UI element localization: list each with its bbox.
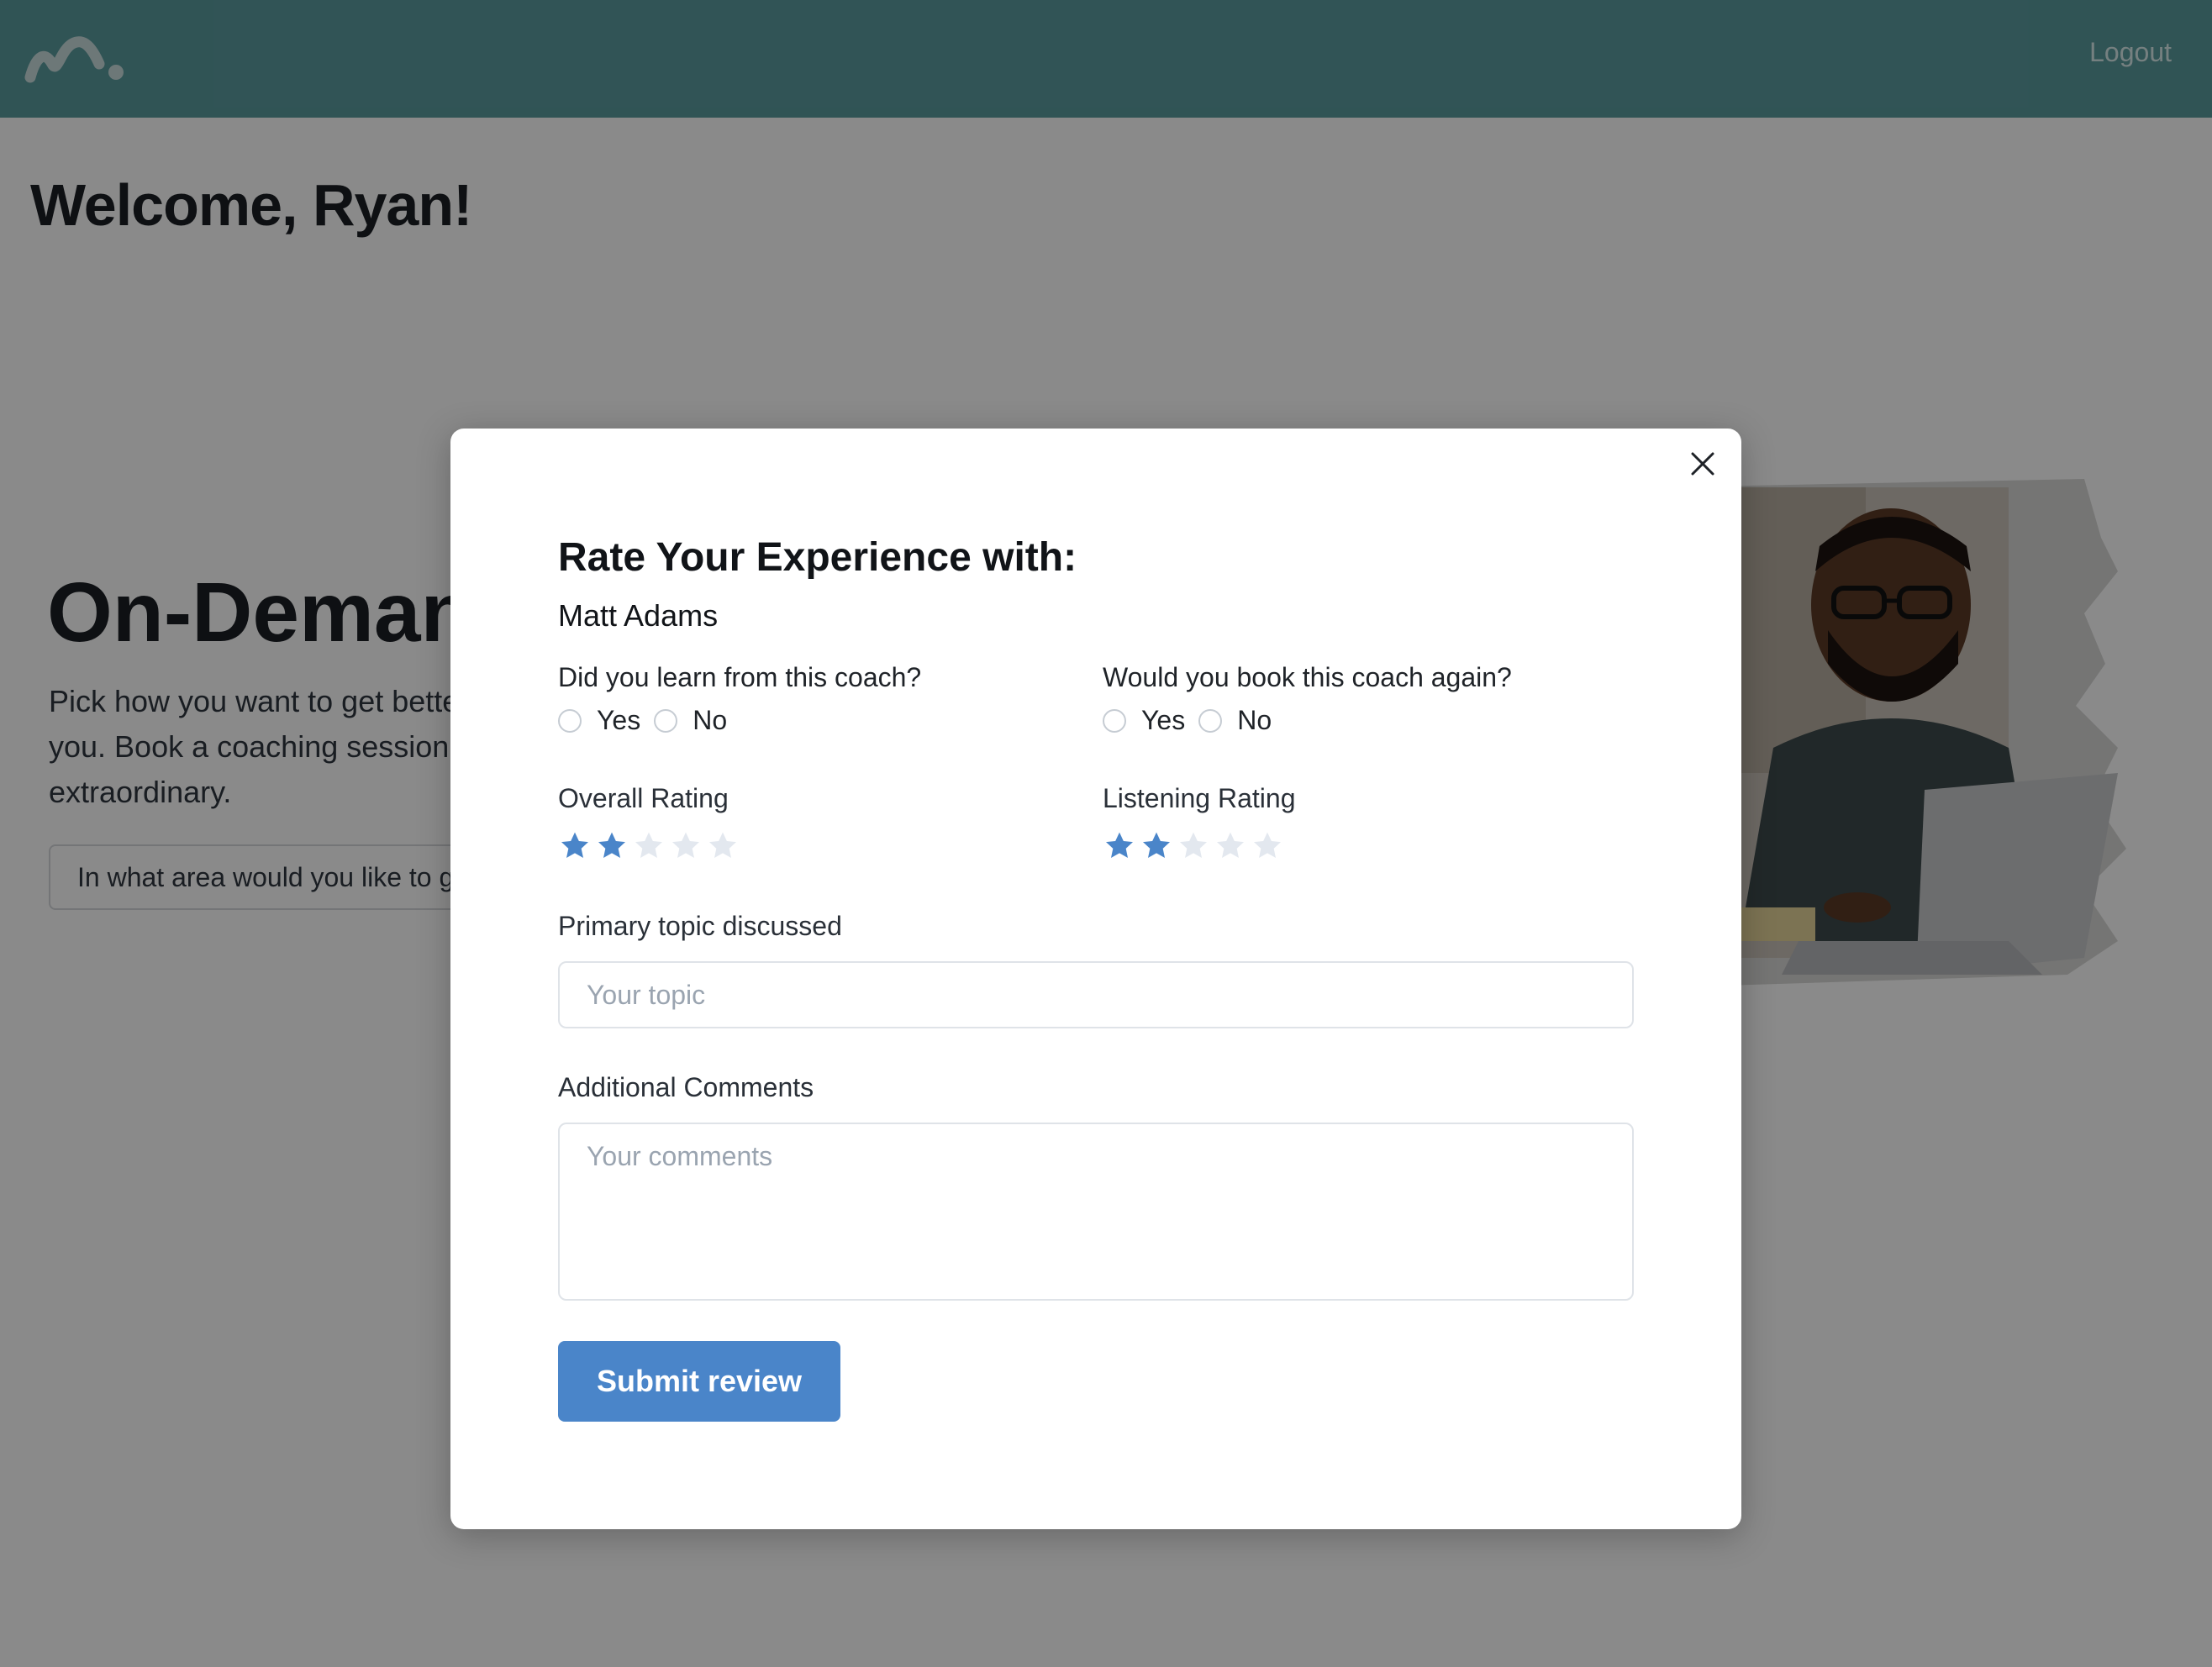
book-again-question-label: Would you book this coach again? (1103, 662, 1512, 692)
book-again-radio-group: Yes No (1103, 705, 1641, 736)
star-filled-icon[interactable] (558, 829, 592, 863)
listening-rating: Listening Rating (1103, 783, 1641, 863)
close-button[interactable] (1681, 442, 1725, 486)
submit-review-button[interactable]: Submit review (558, 1341, 840, 1422)
radio-label: No (1237, 705, 1272, 735)
book-again-yes-radio[interactable]: Yes (1103, 705, 1185, 736)
comments-textarea[interactable] (558, 1123, 1634, 1301)
radio-label: Yes (597, 705, 641, 735)
topic-label: Primary topic discussed (558, 911, 842, 941)
overall-rating-label: Overall Rating (558, 783, 729, 813)
radio-circle[interactable] (1103, 708, 1126, 733)
star-empty-icon[interactable] (669, 829, 703, 863)
star-empty-icon[interactable] (632, 829, 666, 863)
learn-question-label: Did you learn from this coach? (558, 662, 922, 692)
radio-circle[interactable] (654, 708, 678, 733)
comments-label: Additional Comments (558, 1072, 814, 1102)
book-again-no-radio[interactable]: No (1198, 705, 1272, 736)
learn-radio-group: Yes No (558, 705, 1096, 736)
overall-rating: Overall Rating (558, 783, 1096, 863)
book-again-question: Would you book this coach again? Yes No (1103, 662, 1641, 736)
overall-rating-stars (558, 829, 1096, 863)
learn-question: Did you learn from this coach? Yes No (558, 662, 1096, 736)
learn-no-radio[interactable]: No (654, 705, 727, 736)
topic-input[interactable] (558, 961, 1634, 1028)
star-empty-icon[interactable] (1251, 829, 1284, 863)
star-filled-icon[interactable] (1103, 829, 1136, 863)
star-empty-icon[interactable] (706, 829, 740, 863)
close-icon (1691, 452, 1714, 476)
rate-experience-modal: Rate Your Experience with: Matt Adams Di… (450, 429, 1741, 1529)
star-empty-icon[interactable] (1177, 829, 1210, 863)
modal-title: Rate Your Experience with: (558, 535, 1077, 580)
radio-label: Yes (1141, 705, 1186, 735)
radio-circle[interactable] (1198, 708, 1223, 733)
radio-label: No (693, 705, 728, 735)
radio-circle[interactable] (558, 708, 582, 733)
star-filled-icon[interactable] (595, 829, 629, 863)
star-filled-icon[interactable] (1140, 829, 1173, 863)
learn-yes-radio[interactable]: Yes (558, 705, 640, 736)
star-empty-icon[interactable] (1214, 829, 1247, 863)
listening-rating-stars (1103, 829, 1641, 863)
coach-name: Matt Adams (558, 598, 719, 633)
listening-rating-label: Listening Rating (1103, 783, 1296, 813)
